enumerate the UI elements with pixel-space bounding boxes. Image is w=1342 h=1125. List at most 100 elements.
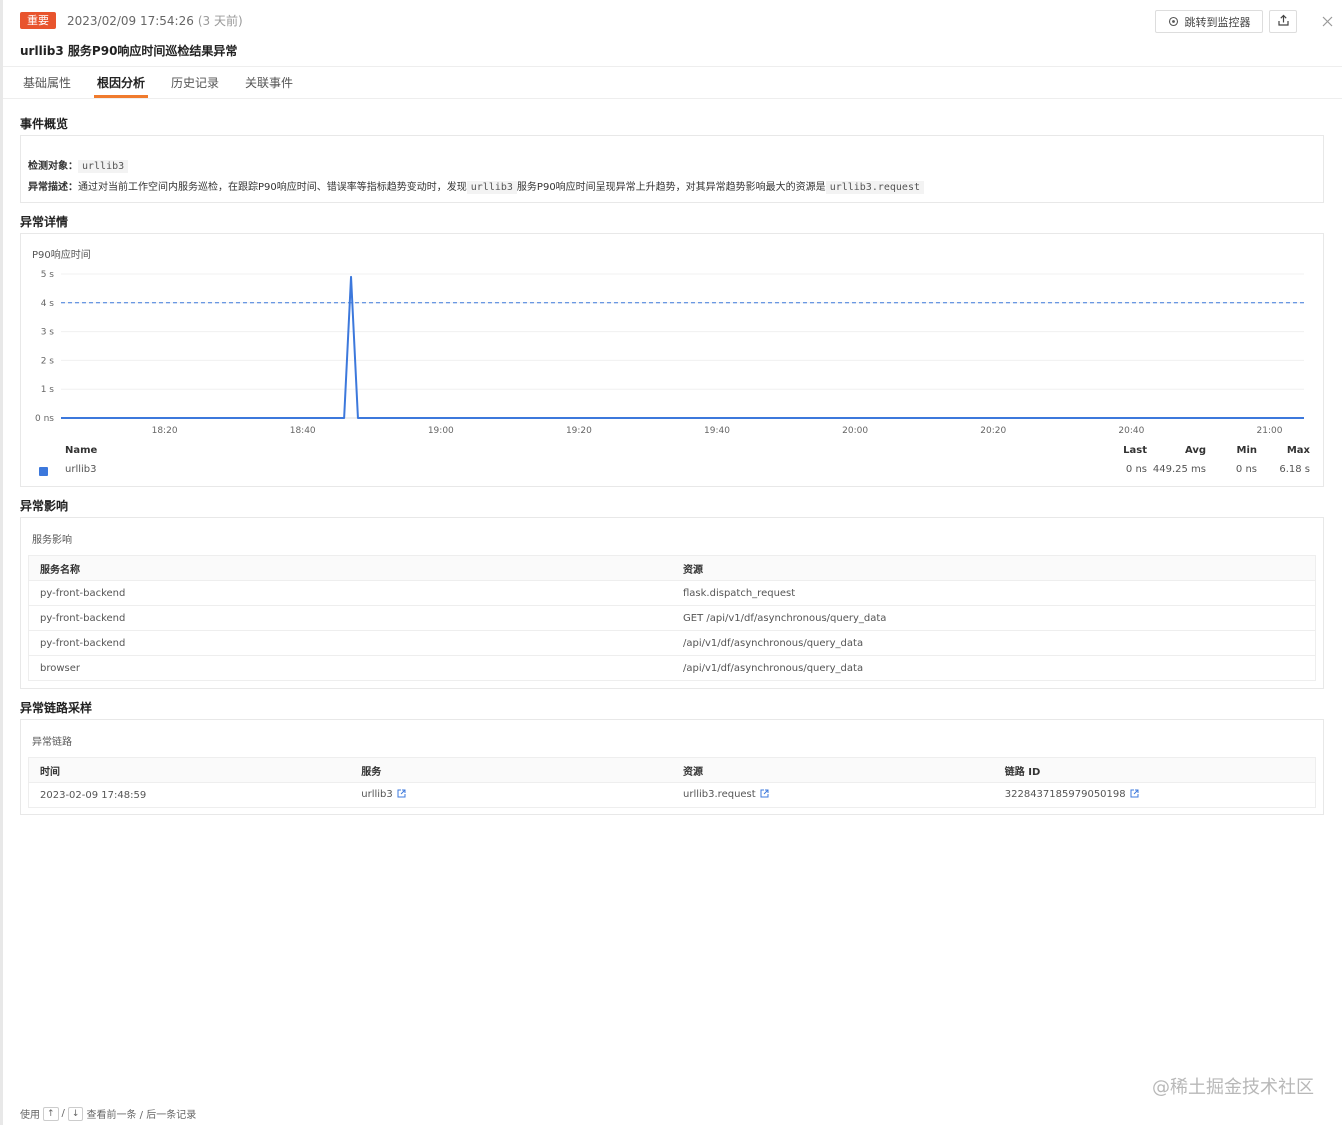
y-tick-label: 3 s [41, 328, 55, 338]
y-tick-label: 4 s [41, 299, 55, 309]
impact-section-title: 异常影响 [20, 499, 69, 513]
tab-bar: 基础属性 根因分析 历史记录 关联事件 [20, 74, 316, 98]
left-edge [0, 0, 3, 1125]
resource-cell: flask.dispatch_request [672, 580, 1316, 606]
tabs-divider [3, 98, 1342, 99]
external-link-icon[interactable] [1130, 789, 1139, 801]
event-time: 2023/02/09 17:54:26 (3 天前) [67, 13, 243, 28]
trace-id-cell[interactable]: 3228437185979050198 [993, 782, 1316, 808]
x-tick-label: 21:00 [1257, 426, 1283, 436]
trace-resource-cell[interactable]: urllib3.request [672, 782, 994, 808]
impact-panel: 服务影响 服务名称 资源 py-front-backend flask.dispa… [20, 517, 1324, 689]
goto-monitor-label: 跳转到监控器 [1184, 15, 1251, 29]
table-row: browser/api/v1/df/asynchronous/query_dat… [28, 655, 1316, 681]
relative-time: (3 天前) [197, 13, 243, 28]
tab-history[interactable]: 历史记录 [168, 74, 222, 98]
legend-series-name[interactable]: urllib3 [65, 464, 97, 475]
external-link-icon[interactable] [760, 789, 769, 801]
traces-table: 时间 服务 资源 链路 ID 2023-02-09 17:48:59 urlli… [28, 757, 1316, 808]
hint-separator: / [61, 1108, 65, 1119]
chart-title: P90响应时间 [32, 250, 91, 261]
down-key: ↓ [67, 1106, 84, 1121]
column-header: 服务名称 [28, 555, 672, 581]
header-meta: 重要 2023/02/09 17:54:26 (3 天前) [20, 11, 243, 29]
resource-cell: /api/v1/df/asynchronous/query_data [672, 630, 1316, 656]
overview-section-title: 事件概览 [20, 117, 69, 131]
share-button[interactable] [1269, 10, 1297, 33]
impact-table: 服务名称 资源 py-front-backend flask.dispatch_r… [28, 555, 1316, 681]
service-cell: py-front-backend [28, 630, 672, 656]
trace-service-cell[interactable]: urllib3 [350, 782, 672, 808]
goto-monitor-button[interactable]: 跳转到监控器 [1155, 10, 1263, 33]
legend-swatch [39, 467, 48, 476]
x-tick-label: 19:00 [428, 426, 454, 436]
legend-header-name: Name [65, 445, 98, 456]
close-button[interactable] [1317, 11, 1337, 31]
chart-panel: P90响应时间 5 s 4 s 3 s 2 s 1 s 0 ns 18:20 18:40 19:… [20, 233, 1324, 487]
tab-basic-attributes[interactable]: 基础属性 [20, 74, 74, 98]
legend-header-min: Min [1236, 445, 1258, 456]
x-tick-label: 19:20 [566, 426, 592, 436]
table-header-row: 服务名称 资源 [28, 555, 1316, 581]
external-link-icon[interactable] [397, 789, 406, 801]
service-cell: py-front-backend [28, 580, 672, 606]
p90-chart: 5 s 4 s 3 s 2 s 1 s 0 ns 18:20 18:40 19:00 19:20 1… [35, 270, 1304, 436]
table-row: py-front-backend flask.dispatch_request [28, 580, 1316, 606]
x-tick-label: 18:40 [290, 426, 316, 436]
share-icon [1277, 12, 1290, 31]
table-row: py-front-backend/api/v1/df/asynchronous/… [28, 630, 1316, 656]
watermark: @稀土掘金技术社区 [1152, 1077, 1314, 1098]
legend-header-last: Last [1123, 445, 1147, 456]
column-header: 资源 [672, 555, 1316, 581]
keyboard-hint: 使用 ↑ / ↓ 查看前一条 / 后一条记录 [20, 1106, 196, 1121]
legend-last-value: 0 ns [1125, 464, 1147, 475]
legend-avg-value: 449.25 ms [1152, 464, 1206, 475]
legend-min-value: 0 ns [1235, 464, 1257, 475]
description-text-1: 通过对当前工作空间内服务巡检，在跟踪P90响应时间、错误率等指标趋势变动时，发现 [78, 182, 467, 193]
details-section-title: 异常详情 [20, 215, 69, 229]
y-tick-label: 2 s [41, 356, 55, 366]
legend-max-value: 6.18 s [1279, 464, 1310, 475]
table-row: py-front-backend GET /api/v1/df/asynchron… [28, 605, 1316, 631]
legend-header-max: Max [1286, 445, 1310, 456]
trace-service-link[interactable]: urllib3 [361, 789, 393, 800]
table-header-row: 时间 服务 资源 链路 ID [28, 757, 1316, 783]
event-title: urllib3 服务P90响应时间巡检结果异常 [20, 44, 238, 58]
column-header: 时间 [28, 757, 351, 783]
service-cell: browser [28, 655, 672, 681]
trace-resource-link[interactable]: urllib3.request [683, 789, 756, 800]
close-icon [1322, 12, 1333, 31]
target-label: 检测对象： [28, 161, 78, 172]
hint-suffix: 查看前一条 / 后一条记录 [86, 1110, 197, 1121]
description-line: 异常描述：通过对当前工作空间内服务巡检，在跟踪P90响应时间、错误率等指标趋势变… [28, 178, 924, 194]
trace-time-cell: 2023-02-09 17:48:59 [28, 782, 351, 808]
tab-related-events[interactable]: 关联事件 [242, 74, 296, 98]
up-key: ↑ [43, 1106, 59, 1121]
header-divider [3, 66, 1342, 67]
column-header: 链路 ID [993, 757, 1316, 783]
legend-header-avg: Avg [1184, 445, 1206, 456]
overview-panel: 检测对象： urllib3 异常描述：通过对当前工作空间内服务巡检，在跟踪P90响… [20, 135, 1324, 203]
y-tick-label: 1 s [41, 385, 55, 395]
resource-cell: /api/v1/df/asynchronous/query_data [672, 655, 1316, 681]
y-tick-label: 5 s [41, 270, 55, 280]
resource-cell: GET /api/v1/df/asynchronous/query_data [672, 605, 1316, 631]
x-tick-label: 18:20 [152, 426, 178, 436]
service-cell: py-front-backend [28, 605, 672, 631]
target-value: urllib3 [78, 160, 129, 173]
tab-root-cause[interactable]: 根因分析 [94, 74, 149, 98]
description-code-service: urllib3 [466, 181, 517, 194]
table-row: 2023-02-09 17:48:59 urllib3 urllib3.requ… [28, 782, 1316, 808]
y-tick-label: 0 ns [35, 414, 54, 424]
traces-subtitle: 异常链路 [32, 737, 72, 748]
trace-id-link[interactable]: 3228437185979050198 [1005, 789, 1126, 800]
x-tick-label: 20:20 [980, 426, 1006, 436]
column-header: 资源 [672, 757, 994, 783]
hint-prefix: 使用 [20, 1110, 40, 1121]
x-tick-label: 20:40 [1118, 426, 1144, 436]
description-label: 异常描述： [28, 182, 78, 193]
traces-panel: 异常链路 时间 服务 资源 链路 ID 2023-02-09 17:48:59 … [20, 719, 1324, 815]
monitor-icon [1168, 16, 1179, 27]
x-tick-label: 19:40 [704, 426, 730, 436]
column-header: 服务 [350, 757, 672, 783]
